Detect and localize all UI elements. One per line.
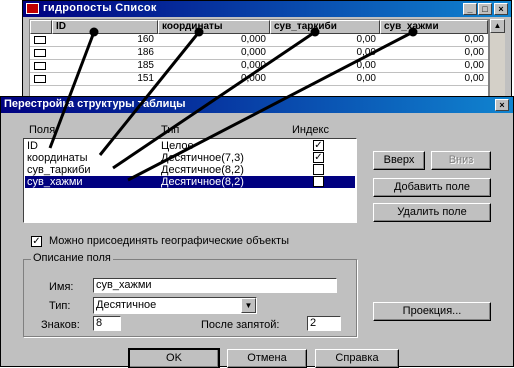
index-header: Индекс [292, 124, 329, 136]
cell-id: 160 [137, 34, 154, 45]
decimals-label: После запятой: [201, 319, 280, 331]
index-checkbox[interactable]: ✓ [313, 152, 324, 163]
field-row-suv-tarkibi[interactable]: сув_таркиби Десятичное(8,2) [25, 164, 355, 176]
cancel-button[interactable]: Отмена [227, 349, 307, 368]
cell-suv-hajmi: 0,00 [464, 34, 484, 45]
row-selector[interactable] [34, 75, 46, 83]
cell-koordinaty: 0,000 [240, 34, 266, 45]
type-select-value: Десятичное [96, 299, 157, 311]
field-name: сув_хажми [27, 176, 83, 188]
chevron-down-icon[interactable]: ▼ [241, 298, 256, 313]
row-selector[interactable] [34, 49, 46, 57]
index-checkbox[interactable] [313, 176, 324, 187]
move-down-button[interactable]: Вниз [431, 151, 491, 170]
column-header-koordinaty[interactable]: координаты [158, 20, 270, 34]
table-row[interactable]: 186 0,000 0,00 0,00 [30, 47, 488, 60]
browser-title-bar[interactable]: гидропосты Список _ □ × [23, 1, 511, 17]
type-header: Тип [161, 124, 180, 136]
dialog-title: Перестройка структуры таблицы [4, 98, 186, 110]
cell-suv-hajmi: 0,00 [464, 47, 484, 58]
cell-koordinaty: 0,000 [240, 60, 266, 71]
browser-window: гидропосты Список _ □ × ID координаты су… [22, 0, 512, 102]
help-button[interactable]: Справка [315, 349, 399, 368]
vertical-scrollbar[interactable]: ▲ [489, 19, 505, 101]
cell-koordinaty: 0,000 [240, 47, 266, 58]
field-type: Десятичное(7,3) [161, 152, 244, 164]
digits-input[interactable]: 8 [93, 316, 121, 331]
cell-suv-tarkibi: 0,00 [356, 73, 376, 84]
row-selector[interactable] [34, 36, 46, 44]
cell-id: 185 [137, 60, 154, 71]
scroll-up-icon[interactable]: ▲ [490, 19, 505, 33]
row-selector[interactable] [34, 62, 46, 70]
row-selector-header [30, 20, 52, 34]
add-field-button[interactable]: Добавить поле [373, 178, 491, 197]
cell-id: 186 [137, 47, 154, 58]
name-input[interactable]: сув_хажми [93, 278, 337, 293]
maximize-button[interactable]: □ [478, 3, 492, 15]
digits-label: Знаков: [41, 319, 80, 331]
ok-button[interactable]: OK [128, 348, 220, 368]
table-row[interactable]: 151 0,000 0,00 0,00 [30, 73, 488, 86]
field-name: координаты [27, 152, 88, 164]
column-header-id[interactable]: ID [52, 20, 158, 34]
field-row-koordinaty[interactable]: координаты Десятичное(7,3) ✓ [25, 152, 355, 164]
column-header-suv-tarkibi[interactable]: сув_таркиби [270, 20, 380, 34]
field-name: сув_таркиби [27, 164, 91, 176]
browser-title: гидропосты Список [43, 2, 157, 14]
field-description-legend: Описание поля [31, 252, 113, 264]
field-name: ID [27, 140, 38, 152]
restructure-dialog: Перестройка структуры таблицы × Поля Тип… [0, 96, 514, 368]
type-label: Тип: [49, 300, 71, 312]
table-icon [26, 3, 39, 14]
fields-header: Поля [29, 124, 56, 136]
index-checkbox[interactable]: ✓ [313, 140, 324, 151]
field-type: Десятичное(8,2) [161, 164, 244, 176]
field-type: Целое [161, 140, 194, 152]
dialog-close-button[interactable]: × [495, 99, 509, 111]
name-label: Имя: [49, 281, 74, 293]
field-row-suv-hajmi[interactable]: сув_хажми Десятичное(8,2) [25, 176, 355, 188]
dialog-title-bar[interactable]: Перестройка структуры таблицы × [1, 97, 513, 113]
field-list[interactable]: ID Целое ✓ координаты Десятичное(7,3) ✓ … [23, 138, 357, 223]
close-button[interactable]: × [494, 3, 508, 15]
field-type: Десятичное(8,2) [161, 176, 244, 188]
table-row[interactable]: 185 0,000 0,00 0,00 [30, 60, 488, 73]
decimals-input[interactable]: 2 [307, 316, 341, 331]
type-select[interactable]: Десятичное ▼ [93, 297, 257, 314]
field-row-id[interactable]: ID Целое ✓ [25, 140, 355, 152]
geo-objects-checkbox[interactable]: ✓ [31, 236, 42, 247]
cell-koordinaty: 0,000 [240, 73, 266, 84]
projection-button[interactable]: Проекция... [373, 302, 491, 321]
cell-suv-hajmi: 0,00 [464, 60, 484, 71]
cell-suv-tarkibi: 0,00 [356, 34, 376, 45]
cell-suv-tarkibi: 0,00 [356, 47, 376, 58]
delete-field-button[interactable]: Удалить поле [373, 203, 491, 222]
minimize-button[interactable]: _ [463, 3, 477, 15]
index-checkbox[interactable] [313, 164, 324, 175]
browser-grid: ID координаты сув_таркиби сув_хажми 160 … [29, 19, 489, 101]
table-row[interactable]: 160 0,000 0,00 0,00 [30, 34, 488, 47]
cell-suv-tarkibi: 0,00 [356, 60, 376, 71]
cell-id: 151 [137, 73, 154, 84]
move-up-button[interactable]: Вверх [373, 151, 425, 170]
geo-objects-label: Можно присоединять географические объект… [49, 235, 289, 247]
column-header-suv-hajmi[interactable]: сув_хажми [380, 20, 488, 34]
cell-suv-hajmi: 0,00 [464, 73, 484, 84]
